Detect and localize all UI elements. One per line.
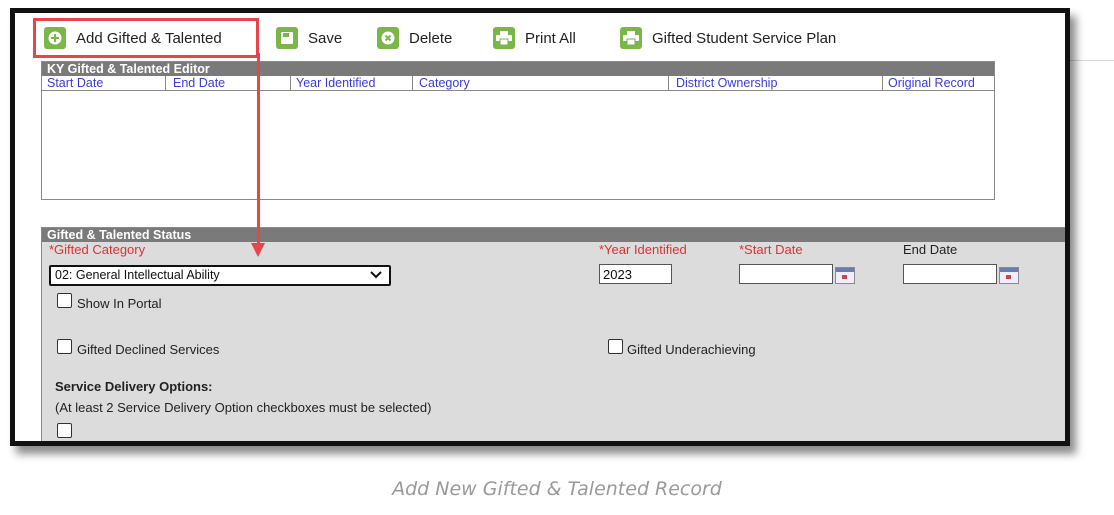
printer-icon bbox=[493, 27, 515, 49]
gifted-student-service-plan-button[interactable]: Gifted Student Service Plan bbox=[620, 23, 836, 53]
service-delivery-note: (At least 2 Service Delivery Option chec… bbox=[55, 400, 432, 415]
gifted-declined-services-label: Gifted Declined Services bbox=[77, 342, 220, 357]
editor-column-header-row: Start Date End Date Year Identified Cate… bbox=[42, 76, 994, 91]
printer-icon bbox=[620, 27, 642, 49]
print-all-button[interactable]: Print All bbox=[493, 23, 576, 53]
chevron-down-icon bbox=[370, 271, 382, 279]
save-icon bbox=[276, 27, 298, 49]
start-date-label: *Start Date bbox=[739, 242, 803, 257]
service-delivery-option-checkbox[interactable] bbox=[57, 423, 72, 438]
figure-caption: Add New Gifted & Talented Record bbox=[392, 478, 722, 500]
start-date-input[interactable] bbox=[739, 264, 833, 284]
delete-icon bbox=[377, 27, 399, 49]
gifted-category-value: 02: General Intellectual Ability bbox=[55, 268, 220, 282]
calendar-icon[interactable] bbox=[835, 267, 855, 284]
annotation-arrow-shaft bbox=[257, 53, 260, 248]
column-separator bbox=[165, 76, 166, 90]
gifted-talented-editor-panel: KY Gifted & Talented Editor Start Date E… bbox=[41, 61, 995, 200]
column-header-district-ownership[interactable]: District Ownership bbox=[676, 76, 777, 90]
gifted-category-label: *Gifted Category bbox=[49, 242, 146, 257]
gifted-talented-status-panel: Gifted & Talented Status *Gifted Categor… bbox=[41, 227, 1065, 441]
status-title: Gifted & Talented Status bbox=[42, 228, 1065, 242]
add-button-highlight-box bbox=[33, 18, 259, 58]
column-header-end-date[interactable]: End Date bbox=[173, 76, 225, 90]
gifted-declined-services-checkbox[interactable] bbox=[57, 339, 72, 354]
calendar-icon[interactable] bbox=[999, 267, 1019, 284]
delete-button[interactable]: Delete bbox=[377, 23, 452, 53]
screenshot-frame: Add Gifted & Talented Save Delete Print … bbox=[10, 8, 1070, 446]
year-identified-label: *Year Identified bbox=[599, 242, 687, 257]
year-identified-input[interactable]: 2023 bbox=[599, 264, 672, 284]
service-delivery-heading: Service Delivery Options: bbox=[55, 379, 213, 394]
action-toolbar: Add Gifted & Talented Save Delete Print … bbox=[15, 13, 1065, 61]
gifted-student-service-plan-label: Gifted Student Service Plan bbox=[652, 29, 837, 47]
annotation-arrow-head bbox=[251, 243, 265, 257]
save-button[interactable]: Save bbox=[276, 23, 342, 53]
column-header-original-record[interactable]: Original Record bbox=[888, 76, 992, 90]
gifted-underachieving-checkbox[interactable] bbox=[608, 339, 623, 354]
gifted-category-select[interactable]: 02: General Intellectual Ability bbox=[49, 265, 391, 286]
column-header-start-date[interactable]: Start Date bbox=[47, 76, 103, 90]
editor-title: KY Gifted & Talented Editor bbox=[42, 62, 994, 76]
column-header-year-identified[interactable]: Year Identified bbox=[296, 76, 375, 90]
show-in-portal-checkbox[interactable] bbox=[57, 293, 72, 308]
print-all-label: Print All bbox=[525, 29, 576, 47]
column-separator bbox=[290, 76, 291, 90]
end-date-input[interactable] bbox=[903, 264, 997, 284]
end-date-label: End Date bbox=[903, 242, 958, 257]
column-header-category[interactable]: Category bbox=[419, 76, 470, 90]
delete-label: Delete bbox=[409, 29, 453, 47]
column-separator bbox=[668, 76, 669, 90]
column-separator bbox=[882, 76, 883, 90]
gifted-underachieving-label: Gifted Underachieving bbox=[627, 342, 756, 357]
column-separator bbox=[412, 76, 413, 90]
show-in-portal-label: Show In Portal bbox=[77, 296, 162, 311]
save-label: Save bbox=[308, 29, 343, 47]
